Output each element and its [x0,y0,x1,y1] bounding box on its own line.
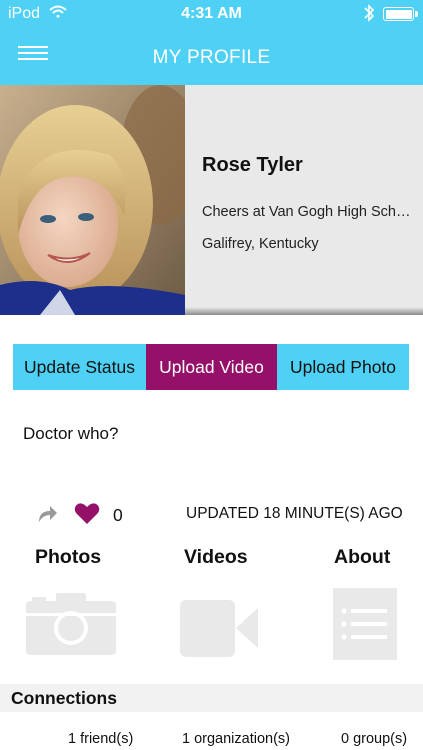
tab-photos[interactable]: Photos [35,546,101,569]
updated-time: UPDATED 18 MINUTE(S) AGO [186,505,403,522]
share-icon[interactable] [36,503,58,528]
organizations-count[interactable]: 1 organization(s) [182,731,290,747]
like-count: 0 [113,505,123,525]
upload-video-button[interactable]: Upload Video [146,344,277,390]
action-bar: Update Status Upload Video Upload Photo [13,344,409,390]
connections-header: Connections [0,684,423,712]
battery-icon [383,7,418,21]
connections-title: Connections [11,688,117,708]
profile-location: Galifrey, Kentucky [202,236,319,252]
status-message: Doctor who? [23,424,119,443]
profile-name: Rose Tyler [202,154,303,176]
document-icon[interactable] [333,588,397,665]
profile-header [0,85,423,315]
update-status-button[interactable]: Update Status [13,344,146,390]
profile-headline: Cheers at Van Gogh High School [202,204,414,220]
upload-photo-button[interactable]: Upload Photo [277,344,409,390]
tab-videos[interactable]: Videos [184,546,248,569]
top-bar: iPod 4:31 AM MY PROFILE [0,0,423,85]
friends-count[interactable]: 1 friend(s) [68,731,133,747]
tab-about[interactable]: About [334,546,390,569]
status-bar: iPod 4:31 AM [0,0,423,28]
clock: 4:31 AM [181,5,242,22]
bluetooth-icon [363,3,375,28]
video-camera-icon[interactable] [180,600,258,662]
groups-count[interactable]: 0 group(s) [341,731,407,747]
heart-icon[interactable] [74,502,100,530]
avatar[interactable] [0,85,185,315]
page-title: MY PROFILE [152,47,271,68]
camera-icon[interactable] [26,593,116,660]
